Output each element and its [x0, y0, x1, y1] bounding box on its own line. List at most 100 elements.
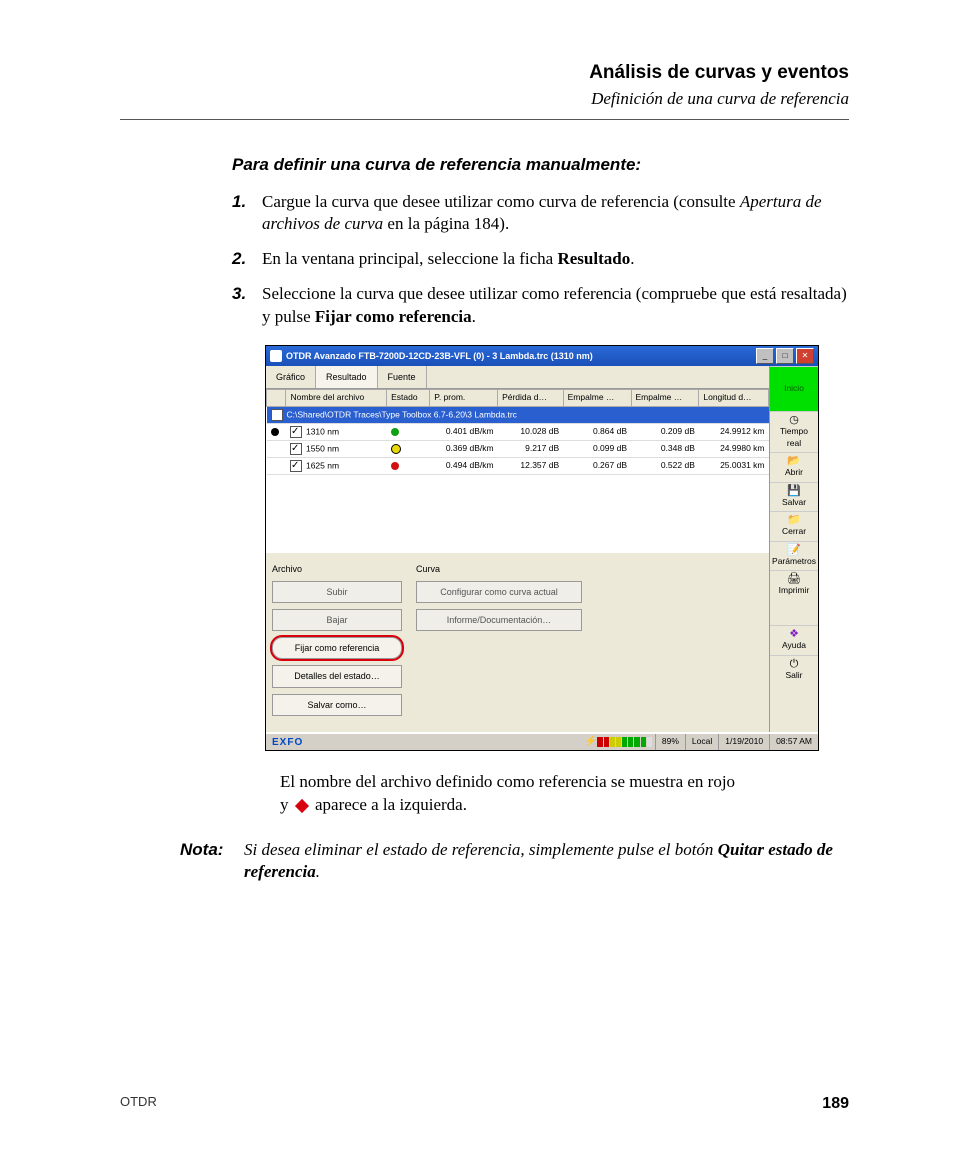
row-checkbox[interactable]: [290, 426, 302, 438]
cell-perdida: 10.028 dB: [498, 423, 564, 440]
cell-emp1: 0.099 dB: [563, 440, 631, 457]
cell-pprom: 0.494 dB/km: [430, 457, 498, 474]
parametros-button[interactable]: 📝Parámetros: [770, 541, 818, 570]
battery-percent: 89%: [655, 734, 685, 750]
fijar-referencia-button[interactable]: Fijar como referencia: [272, 637, 402, 659]
status-icon: [391, 444, 401, 454]
group-archivo: Archivo Subir Bajar Fijar como referenci…: [272, 563, 402, 722]
step-item: 1. Cargue la curva que desee utilizar co…: [232, 191, 849, 237]
cell-perdida: 12.357 dB: [498, 457, 564, 474]
salir-button[interactable]: ⏻Salir: [770, 655, 818, 684]
group-curva-title: Curva: [416, 563, 582, 575]
battery-indicator: ⚡: [583, 734, 655, 750]
step-list: 1. Cargue la curva que desee utilizar co…: [232, 191, 849, 330]
cell-perdida: 9.217 dB: [498, 440, 564, 457]
col-filename: Nombre del archivo: [286, 390, 387, 406]
status-time: 08:57 AM: [769, 734, 818, 750]
wavelength: 1625 nm: [306, 460, 339, 470]
step-body: En la ventana principal, seleccione la f…: [262, 248, 849, 271]
step-number: 2.: [232, 248, 262, 271]
minimize-button[interactable]: _: [756, 348, 774, 364]
ayuda-button[interactable]: ❖Ayuda: [770, 625, 818, 654]
header-rule: [120, 119, 849, 120]
col-empalme2: Empalme …: [631, 390, 699, 406]
col-empalme1: Empalme …: [563, 390, 631, 406]
table-row[interactable]: 1310 nm 0.401 dB/km 10.028 dB 0.864 dB 0…: [267, 423, 769, 440]
cell-emp2: 0.209 dB: [631, 423, 699, 440]
group-archivo-title: Archivo: [272, 563, 402, 575]
wavelength: 1310 nm: [306, 426, 339, 436]
detalles-estado-button[interactable]: Detalles del estado…: [272, 665, 402, 687]
tabs: Gráfico Resultado Fuente: [266, 366, 769, 389]
file-path: C:\Shared\OTDR Traces\Type Toolbox 6.7-6…: [287, 409, 517, 419]
page-number: 189: [822, 1093, 849, 1115]
edit-icon: 📝: [772, 545, 816, 556]
table-row[interactable]: 1550 nm 0.369 dB/km 9.217 dB 0.099 dB 0.…: [267, 440, 769, 457]
subir-button[interactable]: Subir: [272, 581, 402, 603]
page-header-title: Análisis de curvas y eventos: [120, 60, 849, 86]
configurar-curva-button[interactable]: Configurar como curva actual: [416, 581, 582, 603]
col-longitud: Longitud d…: [699, 390, 769, 406]
help-icon: ❖: [772, 629, 816, 640]
app-icon: [270, 350, 282, 362]
cell-emp1: 0.267 dB: [563, 457, 631, 474]
tab-resultado[interactable]: Resultado: [316, 366, 378, 388]
wavelength: 1550 nm: [306, 443, 339, 453]
cell-pprom: 0.401 dB/km: [430, 423, 498, 440]
step-number: 1.: [232, 191, 262, 237]
cell-long: 24.9912 km: [699, 423, 769, 440]
cell-emp1: 0.864 dB: [563, 423, 631, 440]
status-location: Local: [685, 734, 718, 750]
step-number: 3.: [232, 283, 262, 329]
status-icon: [391, 428, 399, 436]
save-icon: 💾: [772, 486, 816, 497]
salvar-button[interactable]: 💾Salvar: [770, 482, 818, 511]
diamond-icon: [295, 799, 309, 813]
inicio-button[interactable]: Inicio: [770, 366, 818, 411]
note-block: Nota: Si desea eliminar el estado de ref…: [180, 839, 849, 885]
cell-pprom: 0.369 dB/km: [430, 440, 498, 457]
status-icon: [391, 462, 399, 470]
abrir-button[interactable]: 📂Abrir: [770, 452, 818, 481]
row-checkbox[interactable]: [290, 443, 302, 455]
tiempo-real-button[interactable]: ◷Tiempo real: [770, 411, 818, 452]
status-date: 1/19/2010: [718, 734, 769, 750]
step-item: 3. Seleccione la curva que desee utiliza…: [232, 283, 849, 329]
tab-fuente[interactable]: Fuente: [378, 366, 427, 388]
col-estado: Estado: [387, 390, 430, 406]
folder-icon: 📁: [772, 515, 816, 526]
group-curva: Curva Configurar como curva actual Infor…: [416, 563, 582, 722]
cell-long: 25.0031 km: [699, 457, 769, 474]
sidebar: Inicio ◷Tiempo real 📂Abrir 💾Salvar 📁Cerr…: [769, 366, 818, 731]
titlebar: OTDR Avanzado FTB-7200D-12CD-23B-VFL (0)…: [266, 346, 818, 366]
cerrar-button[interactable]: 📁Cerrar: [770, 511, 818, 540]
cell-emp2: 0.522 dB: [631, 457, 699, 474]
tab-grafico[interactable]: Gráfico: [266, 366, 316, 388]
col-perdida: Pérdida d…: [498, 390, 564, 406]
row-checkbox[interactable]: [290, 460, 302, 472]
note-body: Si desea eliminar el estado de referenci…: [244, 839, 849, 885]
imprimir-button[interactable]: 🖨Imprimir: [770, 570, 818, 599]
informe-button[interactable]: Informe/Documentación…: [416, 609, 582, 631]
page-footer: OTDR 189: [120, 1093, 849, 1115]
salvar-como-button[interactable]: Salvar como…: [272, 694, 402, 716]
step-body: Cargue la curva que desee utilizar como …: [262, 191, 849, 237]
close-button[interactable]: ✕: [796, 348, 814, 364]
page-header-subtitle: Definición de una curva de referencia: [120, 88, 849, 111]
after-screenshot-text: El nombre del archivo definido como refe…: [280, 771, 849, 817]
note-label: Nota:: [180, 839, 244, 885]
table-header-row: Nombre del archivo Estado P. prom. Pérdi…: [267, 390, 769, 406]
cell-emp2: 0.348 dB: [631, 440, 699, 457]
col-pprom: P. prom.: [430, 390, 498, 406]
step-item: 2. En la ventana principal, seleccione l…: [232, 248, 849, 271]
footer-left: OTDR: [120, 1093, 157, 1115]
maximize-button[interactable]: □: [776, 348, 794, 364]
bajar-button[interactable]: Bajar: [272, 609, 402, 631]
col-mark: [267, 390, 286, 406]
file-path-row[interactable]: C:\Shared\OTDR Traces\Type Toolbox 6.7-6…: [267, 406, 769, 423]
step-body: Seleccione la curva que desee utilizar c…: [262, 283, 849, 329]
print-icon: 🖨: [772, 574, 816, 585]
cell-long: 24.9980 km: [699, 440, 769, 457]
file-checkbox[interactable]: [271, 409, 283, 421]
table-row[interactable]: 1625 nm 0.494 dB/km 12.357 dB 0.267 dB 0…: [267, 457, 769, 474]
